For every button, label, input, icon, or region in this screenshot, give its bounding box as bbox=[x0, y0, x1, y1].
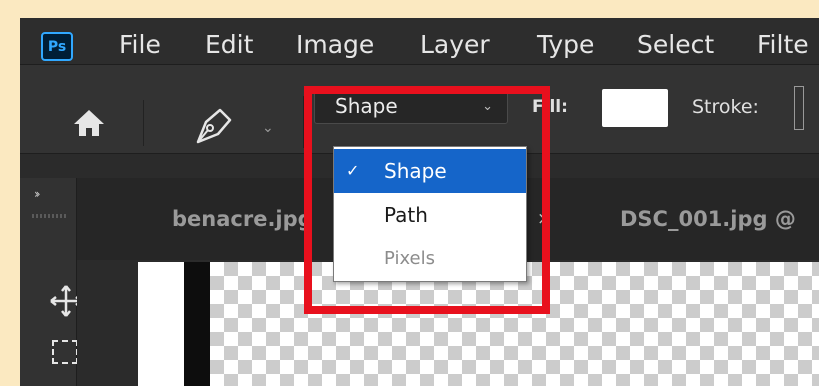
panel-grip[interactable] bbox=[32, 214, 68, 218]
chevron-down-icon: ⌄ bbox=[482, 99, 493, 114]
dropdown-option-pixels: Pixels bbox=[334, 237, 526, 281]
close-icon[interactable]: × bbox=[537, 178, 551, 260]
pen-icon[interactable] bbox=[192, 104, 236, 150]
canvas-image-border bbox=[184, 262, 210, 386]
fill-color-swatch[interactable] bbox=[602, 89, 668, 127]
dropdown-option-path[interactable]: Path bbox=[334, 193, 526, 237]
collapse-panel-icon[interactable]: ›› bbox=[34, 187, 40, 201]
rectangular-marquee-icon[interactable] bbox=[52, 340, 78, 364]
fill-label: Fill: bbox=[532, 97, 568, 117]
option-label: Path bbox=[384, 203, 428, 227]
menu-layer[interactable]: Layer bbox=[420, 28, 490, 62]
options-separator bbox=[303, 96, 304, 148]
menu-select[interactable]: Select bbox=[637, 28, 714, 62]
dropdown-option-shape[interactable]: ✓ Shape bbox=[334, 149, 526, 193]
tab-dsc-001[interactable]: DSC_001.jpg @ bbox=[620, 178, 796, 260]
options-separator bbox=[143, 100, 144, 146]
menu-edit[interactable]: Edit bbox=[205, 28, 253, 62]
menu-image[interactable]: Image bbox=[296, 28, 374, 62]
menu-type[interactable]: Type bbox=[537, 28, 594, 62]
photoshop-logo: Ps bbox=[41, 32, 73, 61]
home-icon[interactable] bbox=[72, 108, 106, 142]
menu-filter[interactable]: Filte bbox=[757, 28, 809, 62]
tool-mode-dropdown: ✓ Shape Path Pixels bbox=[333, 146, 527, 282]
stroke-color-swatch[interactable] bbox=[794, 86, 804, 130]
tab-benacre[interactable]: benacre.jpg bbox=[172, 178, 313, 260]
stroke-label: Stroke: bbox=[692, 96, 759, 118]
canvas-image-edge bbox=[138, 262, 184, 386]
option-label: Pixels bbox=[384, 248, 436, 269]
checkmark-icon: ✓ bbox=[346, 161, 360, 180]
tool-mode-value: Shape bbox=[335, 94, 398, 118]
tool-mode-select[interactable]: Shape ⌄ bbox=[314, 89, 508, 124]
tool-preset-chevron-icon[interactable]: ⌄ bbox=[262, 120, 274, 136]
option-label: Shape bbox=[384, 159, 447, 183]
menu-file[interactable]: File bbox=[119, 28, 161, 62]
